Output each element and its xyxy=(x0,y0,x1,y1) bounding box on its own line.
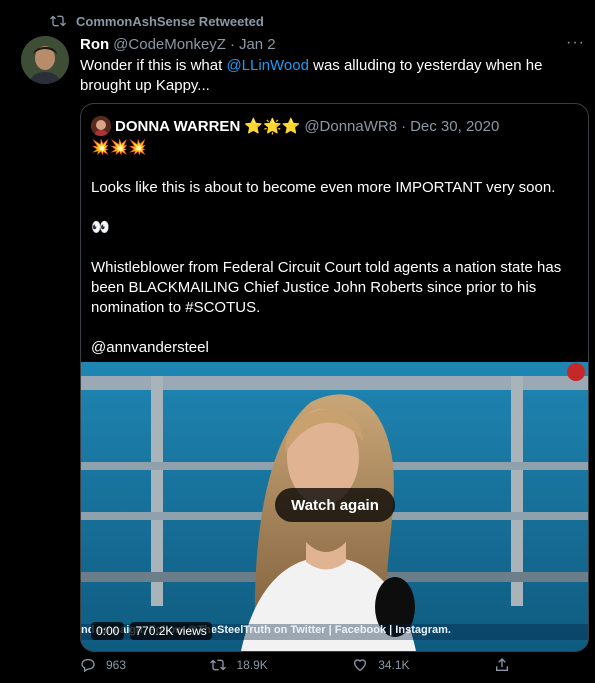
quote-header: DONNA WARREN ⭐🌟⭐ @DonnaWR8 · Dec 30, 202… xyxy=(91,116,499,136)
video-views: 770.2K views xyxy=(130,622,212,640)
quote-emoji-line: 💥💥💥 xyxy=(91,139,148,156)
author-name[interactable]: Ron xyxy=(80,36,109,53)
retweet-count: 18.9K xyxy=(236,658,268,672)
reply-count: 963 xyxy=(106,658,127,672)
tweet-text-before: Wonder if this is what xyxy=(80,57,227,74)
tweet-text: Wonder if this is what @LLinWood was all… xyxy=(80,56,560,96)
quote-whistleblower-text: Whistleblower from Federal Circuit Court… xyxy=(91,259,562,316)
quote-date: Dec 30, 2020 xyxy=(410,117,500,135)
video-time: 0:00 xyxy=(91,622,125,640)
like-count: 34.1K xyxy=(378,658,410,672)
share-icon xyxy=(495,658,508,671)
quote-name-emoji: ⭐🌟⭐ xyxy=(244,118,301,135)
tweet-actions: 963 18.9K 34.1K xyxy=(80,657,510,673)
avatar-image xyxy=(21,36,69,84)
quote-body: 💥💥💥 Looks like this is about to become e… xyxy=(91,138,571,358)
reply-button[interactable]: 963 xyxy=(80,657,126,673)
retweet-button[interactable]: 18.9K xyxy=(210,657,268,673)
like-button[interactable]: 34.1K xyxy=(352,657,410,673)
quoted-tweet[interactable]: DONNA WARREN ⭐🌟⭐ @DonnaWR8 · Dec 30, 202… xyxy=(80,103,589,652)
quote-line-important: Looks like this is about to become even … xyxy=(91,179,556,196)
more-icon[interactable]: ··· xyxy=(566,34,585,52)
mention-link[interactable]: @LLinWood xyxy=(226,57,309,74)
watch-again-button[interactable]: Watch again xyxy=(275,488,395,522)
retweet-label: CommonAshSense Retweeted xyxy=(76,13,264,29)
share-button[interactable] xyxy=(494,657,510,673)
quote-avatar xyxy=(91,116,111,136)
heart-icon xyxy=(354,659,367,672)
tweet-header: Ron @CodeMonkeyZ · Jan 2 xyxy=(80,36,555,53)
video-player[interactable]: Watch again xyxy=(81,362,588,651)
retweet-context[interactable]: CommonAshSense Retweeted xyxy=(50,12,264,30)
avatar[interactable] xyxy=(21,36,69,84)
quote-separator-dot: · xyxy=(401,117,407,135)
separator-dot: · xyxy=(229,36,235,53)
quote-author-name: DONNA WARREN xyxy=(115,117,241,135)
tweet-date[interactable]: Jan 2 xyxy=(239,36,276,53)
reply-icon xyxy=(81,659,95,673)
video-info: 0:00 770.2K views xyxy=(91,622,212,640)
retweet-icon xyxy=(50,15,66,27)
quote-mention: @annvandersteel xyxy=(91,339,209,356)
quote-eyes-line: 👀 xyxy=(91,219,110,236)
retweet-icon xyxy=(210,659,227,671)
quote-handle: @DonnaWR8 xyxy=(304,117,398,135)
author-handle[interactable]: @CodeMonkeyZ xyxy=(113,36,226,53)
